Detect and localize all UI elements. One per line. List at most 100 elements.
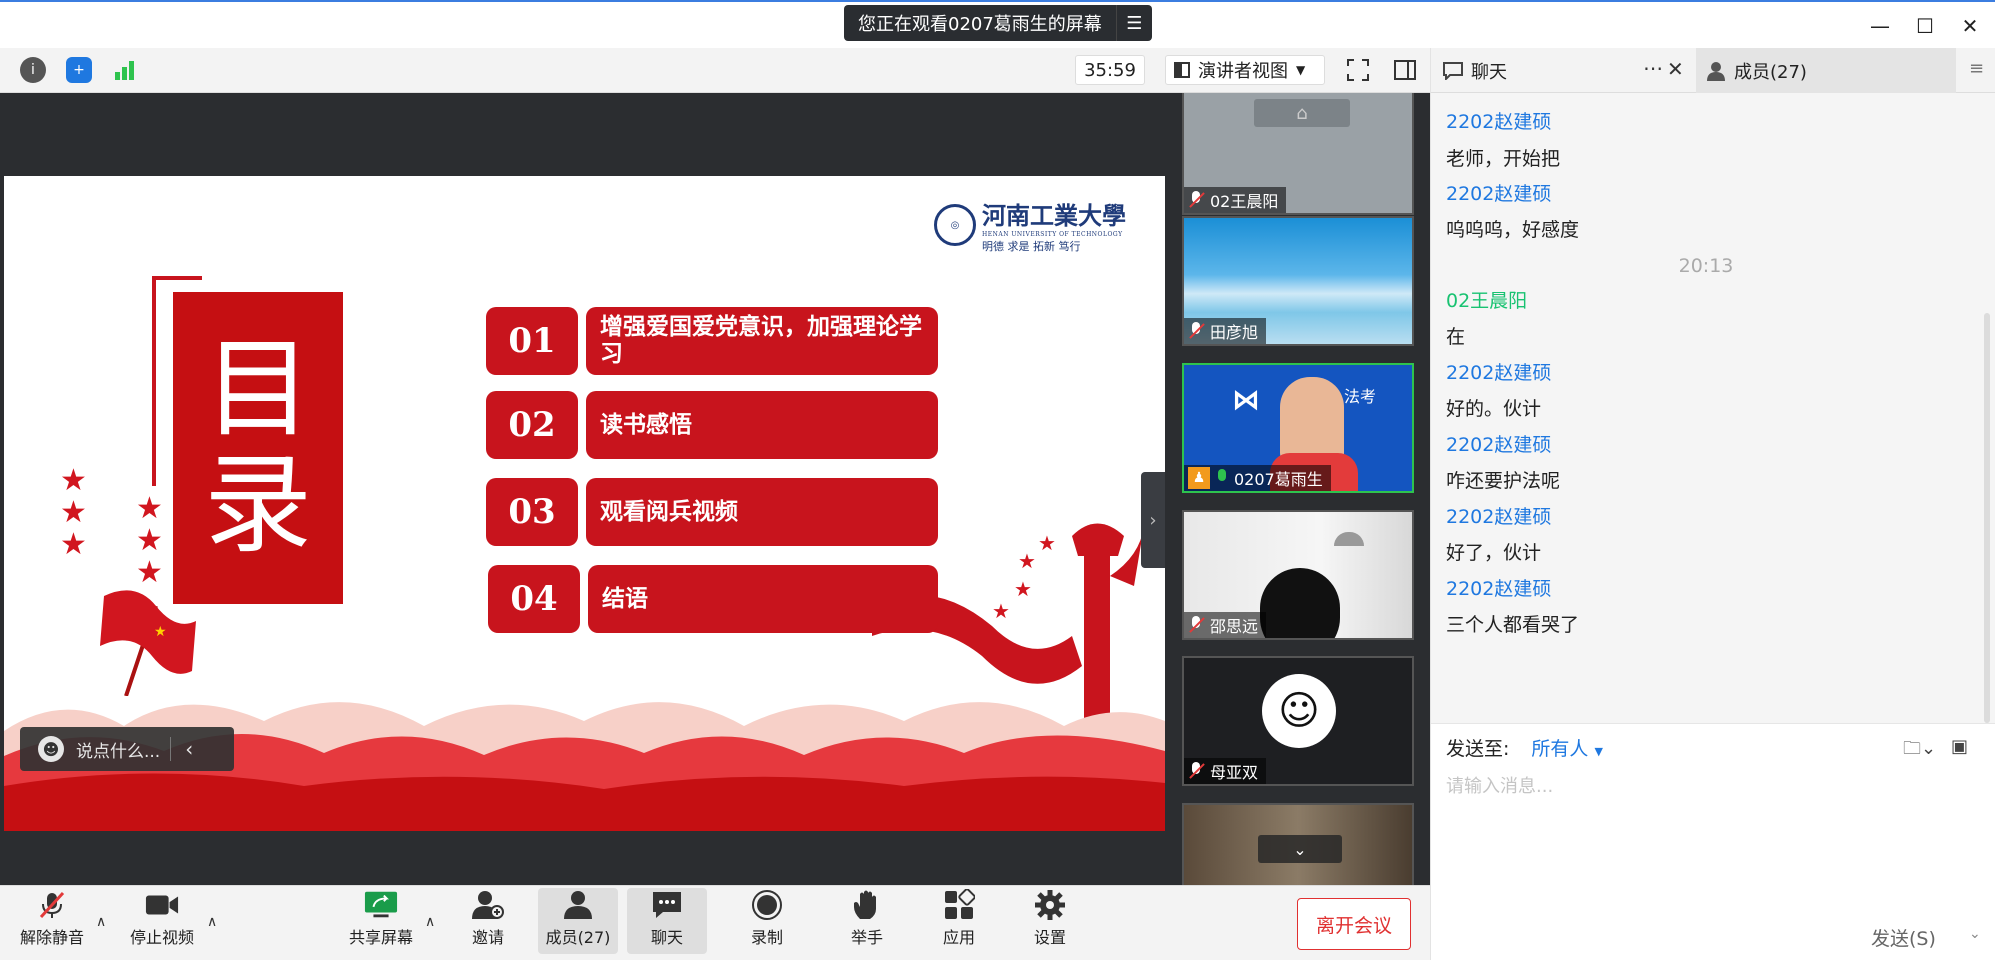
message-sender: 2202赵建硕 (1446, 362, 1552, 384)
apps-button[interactable]: 应用 (919, 888, 999, 954)
star-icon: ★ (136, 523, 163, 558)
toc-item-number: 03 (486, 478, 578, 546)
raise-hand-button[interactable]: 举手 (827, 888, 907, 954)
stop-video-label: 停止视频 (129, 928, 194, 947)
hand-icon (850, 890, 884, 920)
message-body: 好的。伙计 (1446, 398, 1542, 420)
message-timestamp: 20:13 (1678, 255, 1734, 277)
fullscreen-icon[interactable] (1346, 58, 1370, 86)
message-input[interactable] (1446, 771, 1976, 801)
message-body: 老师，开始把 (1446, 148, 1561, 170)
participant-tile[interactable]: 田彦旭 (1182, 216, 1414, 346)
toc-title: 目 录 (173, 292, 343, 604)
message-sender: 2202赵建硕 (1446, 434, 1552, 456)
tab-chat[interactable]: 聊天 (1443, 48, 1507, 93)
video-strip: ⌂ 02王晨阳 田彦旭 ⋈ 法考 ♟ 0207葛雨生 邵思远 ☺ 母亚双 ⌄ (1165, 93, 1430, 885)
toc-title-char-2: 录 (203, 443, 312, 568)
record-icon (750, 890, 784, 920)
message-sender: 2202赵建硕 (1446, 506, 1552, 528)
leave-meeting-button[interactable]: 离开会议 (1297, 898, 1411, 950)
participant-tile-active[interactable]: ⋈ 法考 ♟ 0207葛雨生 (1182, 363, 1414, 493)
chevron-down-icon[interactable]: ⌄ (1258, 835, 1342, 863)
add-user-icon (471, 890, 505, 920)
side-panel-icon[interactable] (1393, 58, 1417, 86)
caret-down-icon: ▼ (1594, 745, 1603, 758)
folder-icon[interactable]: 🗀⌄ (1903, 736, 1936, 766)
maximize-button[interactable]: ☐ (1910, 12, 1940, 40)
camera-icon (145, 890, 179, 920)
participant-tile[interactable]: ☺ 母亚双 (1182, 656, 1414, 786)
logo-english: HENAN UNIVERSITY OF TECHNOLOGY (982, 231, 1123, 238)
person-video (1260, 568, 1340, 638)
reaction-input[interactable]: 说点什么... (76, 737, 160, 762)
signal-icon[interactable] (112, 57, 138, 83)
share-screen-icon (364, 890, 398, 920)
chat-icon (650, 890, 684, 920)
background-text: 法考 (1344, 387, 1377, 406)
recipient-dropdown[interactable]: 所有人 ▼ (1531, 734, 1603, 761)
chevron-down-icon: ▼ (1296, 63, 1306, 77)
mic-muted-icon (1188, 762, 1204, 780)
members-button[interactable]: 成员(27) (538, 888, 618, 954)
emoji-icon[interactable]: ☻ (38, 736, 64, 762)
chevron-up-icon[interactable]: ∧ (96, 914, 106, 930)
participant-name-label: 田彦旭 (1184, 318, 1267, 344)
close-icon[interactable]: ✕ (1667, 57, 1684, 81)
message-sender: 2202赵建硕 (1446, 111, 1552, 133)
minimize-button[interactable]: — (1865, 12, 1895, 40)
send-to-row: 发送至: 所有人 ▼ (1446, 734, 1603, 761)
panel-tabs: 聊天 ⋯ ✕ 成员(27) ≡ (1431, 48, 1995, 93)
share-screen-button[interactable]: 共享屏幕 (341, 888, 421, 954)
announcement-icon[interactable]: ▣ (1951, 736, 1968, 757)
record-button[interactable]: 录制 (727, 888, 807, 954)
participant-tile[interactable]: 邵思远 (1182, 510, 1414, 640)
star-icon: ★ (60, 463, 87, 498)
stop-video-button[interactable]: 停止视频 (122, 888, 202, 954)
menu-icon[interactable]: ≡ (1969, 58, 1984, 79)
avatar: ☺ (1262, 674, 1336, 748)
toc-item-number: 02 (486, 391, 578, 459)
bottom-control-bar: 解除静音 ∧ 停止视频 ∧ 共享屏幕 ∧ 邀请 成员(27) 聊天 录制 举手 … (0, 885, 1430, 960)
tab-members[interactable]: 成员(27) (1696, 48, 1956, 93)
participant-name: 邵思远 (1210, 617, 1259, 636)
send-button[interactable]: 发送(S) (1871, 924, 1936, 951)
chat-button[interactable]: 聊天 (627, 888, 707, 954)
divider (170, 737, 172, 761)
more-icon[interactable]: ⋯ (1643, 56, 1663, 80)
chat-scrollbar[interactable] (1984, 313, 1990, 723)
invite-button[interactable]: 邀请 (448, 888, 528, 954)
chevron-up-icon[interactable]: ∧ (207, 914, 217, 930)
unmute-button[interactable]: 解除静音 (12, 888, 92, 954)
university-logo: ◎ 河南工業大學 HENAN UNIVERSITY OF TECHNOLOGY … (934, 194, 1129, 256)
participant-tile[interactable]: ⌂ 02王晨阳 (1182, 93, 1414, 215)
chevron-left-icon[interactable]: ‹ (185, 737, 193, 761)
chevron-down-icon[interactable]: ⌄ (1969, 926, 1981, 942)
participant-name: 田彦旭 (1210, 323, 1259, 342)
toc-title-char-1: 目 (203, 327, 312, 452)
seal-icon: ◎ (934, 204, 976, 246)
star-icon: ★ (60, 495, 87, 530)
participant-name: 02王晨阳 (1210, 192, 1279, 211)
chat-icon (1443, 61, 1463, 80)
reaction-bar[interactable]: ☻ 说点什么... ‹ (20, 727, 234, 771)
list-menu-icon[interactable]: ☰ (1115, 5, 1152, 41)
settings-button[interactable]: 设置 (1010, 888, 1090, 954)
tab-members-label: 成员(27) (1734, 61, 1807, 83)
members-label: 成员(27) (545, 928, 611, 947)
close-button[interactable]: ✕ (1955, 12, 1985, 40)
participant-tile[interactable]: ⌄ (1182, 803, 1414, 885)
shield-icon[interactable]: + (66, 57, 92, 83)
settings-label: 设置 (1033, 928, 1066, 947)
participant-name-label: 邵思远 (1184, 612, 1267, 638)
logo-name: 河南工業大學 (982, 201, 1126, 230)
speaker-view-dropdown[interactable]: 演讲者视图 ▼ (1165, 55, 1325, 85)
layout-icon (1174, 62, 1190, 78)
message-sender: 2202赵建硕 (1446, 183, 1552, 205)
toc-item-label: 结语 (588, 565, 938, 633)
person-video (1280, 377, 1344, 463)
info-icon[interactable]: i (20, 57, 46, 83)
collapse-strip-button[interactable]: › (1141, 472, 1165, 568)
invite-label: 邀请 (471, 928, 504, 947)
chevron-up-icon[interactable]: ∧ (425, 914, 435, 930)
star-icon: ★ (60, 527, 87, 562)
